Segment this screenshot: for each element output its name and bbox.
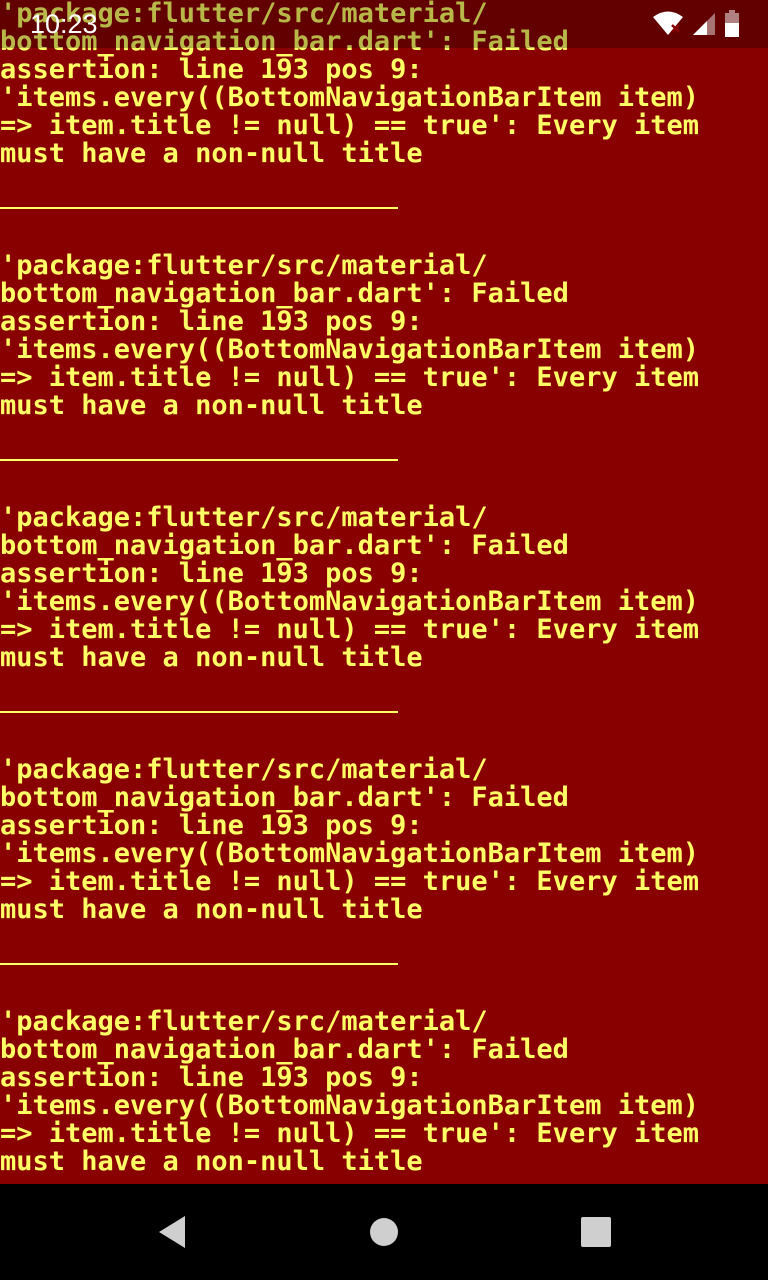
error-line: 'package:flutter/src/material/ xyxy=(0,1006,488,1037)
error-line: must have a non-null title xyxy=(0,894,423,925)
status-bar: 10:23 xyxy=(0,0,768,48)
back-button[interactable] xyxy=(152,1212,192,1252)
home-icon xyxy=(370,1218,398,1246)
error-line: 'items.every((BottomNavigationBarItem it… xyxy=(0,82,699,113)
error-line: assertion: line 193 pos 9: xyxy=(0,54,423,85)
error-line: bottom_navigation_bar.dart': Failed xyxy=(0,278,569,309)
battery-icon xyxy=(725,10,739,37)
error-line: 'items.every((BottomNavigationBarItem it… xyxy=(0,334,699,365)
error-line: 'package:flutter/src/material/ xyxy=(0,502,488,533)
error-message-area: 'package:flutter/src/material/ bottom_na… xyxy=(0,0,768,1184)
wifi-icon xyxy=(653,11,683,35)
recents-icon xyxy=(581,1217,611,1247)
error-block: 'package:flutter/src/material/ bottom_na… xyxy=(0,252,768,420)
error-line: assertion: line 193 pos 9: xyxy=(0,306,423,337)
error-line: => item.title != null) == true': Every i… xyxy=(0,1118,699,1149)
error-line: must have a non-null title xyxy=(0,390,423,421)
signal-icon xyxy=(693,13,715,35)
error-line: => item.title != null) == true': Every i… xyxy=(0,614,699,645)
error-line: bottom_navigation_bar.dart': Failed xyxy=(0,782,569,813)
error-line: must have a non-null title xyxy=(0,642,423,673)
error-line: bottom_navigation_bar.dart': Failed xyxy=(0,530,569,561)
error-separator xyxy=(0,963,398,965)
error-line: assertion: line 193 pos 9: xyxy=(0,810,423,841)
error-line: => item.title != null) == true': Every i… xyxy=(0,362,699,393)
recents-button[interactable] xyxy=(576,1212,616,1252)
error-line: bottom_navigation_bar.dart': Failed xyxy=(0,1034,569,1065)
home-button[interactable] xyxy=(364,1212,404,1252)
navigation-bar xyxy=(0,1184,768,1280)
error-line: 'items.every((BottomNavigationBarItem it… xyxy=(0,1090,699,1121)
error-line: => item.title != null) == true': Every i… xyxy=(0,110,699,141)
error-separator xyxy=(0,207,398,209)
error-line: => item.title != null) == true': Every i… xyxy=(0,866,699,897)
error-block: 'package:flutter/src/material/ bottom_na… xyxy=(0,504,768,672)
error-line: 'items.every((BottomNavigationBarItem it… xyxy=(0,838,699,869)
error-separator xyxy=(0,459,398,461)
error-block: 'package:flutter/src/material/ bottom_na… xyxy=(0,1008,768,1176)
error-separator xyxy=(0,711,398,713)
error-line: must have a non-null title xyxy=(0,138,423,169)
error-line: assertion: line 193 pos 9: xyxy=(0,1062,423,1093)
error-block: 'package:flutter/src/material/ bottom_na… xyxy=(0,756,768,924)
system-icons xyxy=(652,10,740,38)
error-line: 'package:flutter/src/material/ xyxy=(0,754,488,785)
error-line: 'items.every((BottomNavigationBarItem it… xyxy=(0,586,699,617)
error-screen: 'package:flutter/src/material/ bottom_na… xyxy=(0,0,768,1280)
status-clock: 10:23 xyxy=(30,9,98,39)
error-line: must have a non-null title xyxy=(0,1146,423,1177)
error-line: 'package:flutter/src/material/ xyxy=(0,250,488,281)
back-icon xyxy=(159,1216,185,1248)
error-line: assertion: line 193 pos 9: xyxy=(0,558,423,589)
